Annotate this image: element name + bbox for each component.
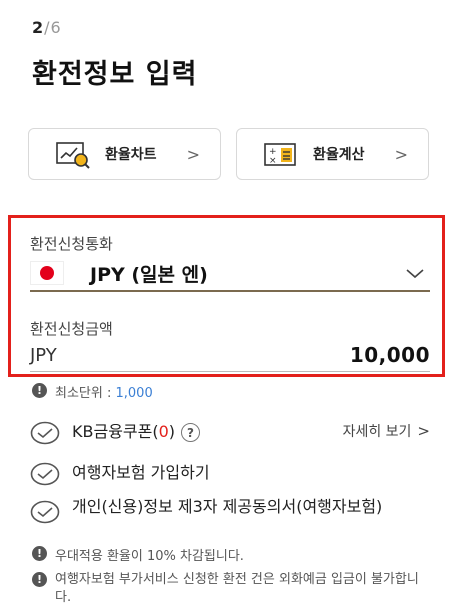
chevron-right-icon: > xyxy=(417,422,430,440)
amount-field-underline xyxy=(30,371,430,372)
coupon-count: 0 xyxy=(158,422,169,441)
coupon-detail-link[interactable]: 자세히 보기 > xyxy=(343,421,430,441)
exchange-rate-chart-label: 환율차트 xyxy=(105,147,157,163)
step-total: 6 xyxy=(50,18,62,37)
min-unit-info: ! 최소단위 : 1,000 xyxy=(32,382,153,401)
notice-item: ! 우대적용 환율이 10% 차감됩니다. xyxy=(32,545,432,564)
check-circle-icon[interactable] xyxy=(30,421,60,445)
amount-input[interactable]: JPY 10,000 xyxy=(30,342,430,368)
min-unit-label: 최소단위 : xyxy=(55,386,116,401)
chevron-down-icon xyxy=(406,264,424,283)
info-icon: ! xyxy=(32,572,47,587)
info-icon: ! xyxy=(32,383,47,398)
amount-value: 10,000 xyxy=(349,343,430,367)
svg-text:×: × xyxy=(269,156,277,166)
currency-field-label: 환전신청통화 xyxy=(30,235,113,253)
insurance-label: 여행자보험 가입하기 xyxy=(72,463,210,482)
coupon-label: KB금융쿠폰(0)? xyxy=(72,421,201,443)
japan-flag-icon xyxy=(30,261,64,285)
currency-value: JPY (일본 엔) xyxy=(90,263,208,286)
amount-field-label: 환전신청금액 xyxy=(30,320,113,338)
check-circle-icon[interactable] xyxy=(30,462,60,486)
chevron-right-icon: > xyxy=(394,144,408,164)
calculator-icon: + × xyxy=(261,139,301,169)
currency-field-underline xyxy=(30,290,430,292)
exchange-rate-calculator-button[interactable]: + × 환율계산 > xyxy=(236,128,429,180)
notice-text: 여행자보험 부가서비스 신청한 환전 건은 외화예금 입금이 불가합니다. xyxy=(55,572,419,605)
insurance-option[interactable]: 여행자보험 가입하기 xyxy=(30,462,430,486)
privacy-consent-label: 개인(신용)정보 제3자 제공동의서(여행자보험) xyxy=(72,497,383,516)
page-title: 환전정보 입력 xyxy=(32,59,198,90)
notice-text: 우대적용 환율이 10% 차감됩니다. xyxy=(55,549,244,564)
privacy-consent-option[interactable]: 개인(신용)정보 제3자 제공동의서(여행자보험) xyxy=(30,496,430,524)
currency-select[interactable]: JPY (일본 엔) xyxy=(30,256,430,290)
exchange-rate-chart-button[interactable]: 환율차트 > xyxy=(28,128,221,180)
chart-magnifier-icon xyxy=(53,139,93,169)
info-icon: ! xyxy=(32,546,47,561)
step-indicator: 2/6 xyxy=(32,18,62,37)
exchange-rate-calculator-label: 환율계산 xyxy=(313,147,365,163)
check-circle-icon[interactable] xyxy=(30,500,60,524)
chevron-right-icon: > xyxy=(186,144,200,164)
notice-item: ! 여행자보험 부가서비스 신청한 환전 건은 외화예금 입금이 불가합니다. xyxy=(32,571,432,607)
amount-currency: JPY xyxy=(30,344,57,366)
coupon-option: KB금융쿠폰(0)? 자세히 보기 > xyxy=(30,421,430,445)
min-unit-value: 1,000 xyxy=(115,386,153,401)
step-current: 2 xyxy=(32,18,45,37)
question-icon[interactable]: ? xyxy=(181,423,201,442)
